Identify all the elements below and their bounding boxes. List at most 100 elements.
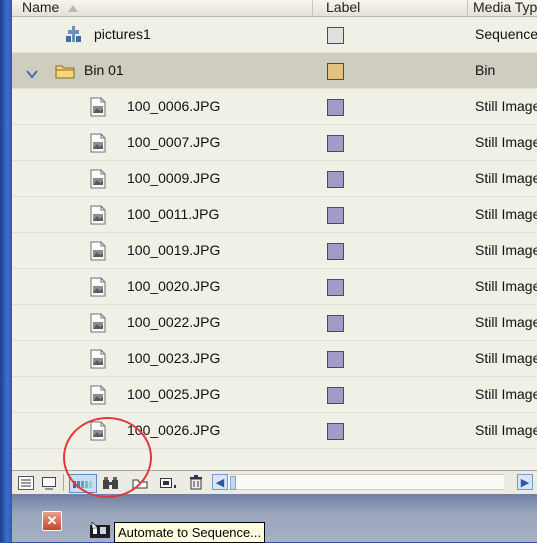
media-type: Still Image <box>475 314 537 330</box>
clear-icon <box>190 475 202 490</box>
find-icon <box>103 476 118 489</box>
window-frame-left <box>0 0 12 542</box>
column-media-type[interactable]: Media Type <box>473 0 537 16</box>
new-item-button[interactable] <box>157 474 181 491</box>
still-image-icon <box>90 133 106 156</box>
label-color-swatch[interactable] <box>327 315 344 332</box>
column-name-label: Name <box>22 0 60 15</box>
taskbar: ✕ <box>12 494 537 542</box>
clear-button[interactable] <box>185 474 207 491</box>
media-type: Sequence <box>475 26 537 42</box>
column-divider[interactable] <box>467 0 468 16</box>
icon-view-icon <box>42 476 56 489</box>
close-button[interactable]: ✕ <box>42 511 62 531</box>
chevron-left-icon: ◀ <box>215 476 225 489</box>
media-type: Still Image <box>475 386 537 402</box>
new-item-icon <box>160 477 176 488</box>
bin-row[interactable]: Bin 01 Bin <box>12 53 537 89</box>
column-media-text: Media Type <box>473 0 537 15</box>
media-type: Still Image <box>475 206 537 222</box>
project-item-row[interactable]: pictures1 Sequence <box>12 17 537 53</box>
media-type: Still Image <box>475 350 537 366</box>
list-view-icon <box>18 475 34 490</box>
scroll-track[interactable] <box>322 474 504 490</box>
chevron-right-icon: ▶ <box>520 476 530 489</box>
item-name: pictures1 <box>94 26 151 42</box>
item-name: 100_0025.JPG <box>127 386 221 402</box>
item-name: 100_0009.JPG <box>127 170 221 186</box>
automate-to-sequence-button[interactable] <box>69 474 97 493</box>
project-item-row[interactable]: 100_0025.JPG Still Image <box>12 377 537 413</box>
label-color-swatch[interactable] <box>327 243 344 260</box>
find-button[interactable] <box>100 474 122 491</box>
item-name: 100_0011.JPG <box>127 206 220 222</box>
list-view-button[interactable] <box>16 474 36 491</box>
column-label[interactable]: Label <box>326 0 360 16</box>
column-name[interactable]: Name <box>22 0 79 16</box>
item-name: 100_0007.JPG <box>127 134 221 150</box>
still-image-icon <box>90 313 106 336</box>
media-type: Still Image <box>475 422 537 438</box>
expand-toggle[interactable] <box>26 66 38 82</box>
item-name: 100_0006.JPG <box>127 98 221 114</box>
close-icon: ✕ <box>46 513 58 528</box>
column-header: Name Label Media Type <box>12 0 537 17</box>
still-image-icon <box>90 241 106 264</box>
still-image-icon <box>90 205 106 228</box>
panel-toolbar: ◀ ▶ <box>12 470 537 494</box>
media-type: Still Image <box>475 98 537 114</box>
item-name: 100_0019.JPG <box>127 242 221 258</box>
still-image-icon <box>90 169 106 192</box>
label-color-swatch[interactable] <box>327 99 344 116</box>
still-image-icon <box>90 421 106 444</box>
project-item-row[interactable]: 100_0006.JPG Still Image <box>12 89 537 125</box>
still-image-icon <box>90 97 106 120</box>
scroll-thumb[interactable] <box>230 476 236 490</box>
label-color-swatch[interactable] <box>327 135 344 152</box>
label-color-swatch[interactable] <box>327 207 344 224</box>
item-name: 100_0022.JPG <box>127 314 221 330</box>
sequence-icon <box>65 25 83 46</box>
project-item-row[interactable]: 100_0007.JPG Still Image <box>12 125 537 161</box>
item-name: Bin 01 <box>84 62 124 78</box>
label-color-swatch[interactable] <box>327 387 344 404</box>
label-color-swatch[interactable] <box>327 63 344 80</box>
sort-ascending-icon <box>68 4 79 12</box>
media-type: Still Image <box>475 170 537 186</box>
label-color-swatch[interactable] <box>327 171 344 188</box>
item-name: 100_0020.JPG <box>127 278 221 294</box>
new-bin-button[interactable] <box>130 474 150 491</box>
project-panel: Name Label Media Type pictures1 Sequence B… <box>12 0 537 494</box>
still-image-icon <box>90 349 106 372</box>
project-item-row[interactable]: 100_0011.JPG Still Image <box>12 197 537 233</box>
label-color-swatch[interactable] <box>327 351 344 368</box>
column-label-text: Label <box>326 0 361 15</box>
scroll-left-button[interactable]: ◀ <box>212 474 228 490</box>
label-color-swatch[interactable] <box>327 27 344 44</box>
column-divider[interactable] <box>312 0 313 16</box>
folder-icon <box>55 63 75 82</box>
automate-cursor-icon <box>90 522 110 538</box>
chevron-down-icon <box>26 70 38 79</box>
project-item-row[interactable]: 100_0022.JPG Still Image <box>12 305 537 341</box>
still-image-icon <box>90 277 106 300</box>
project-item-row[interactable]: 100_0023.JPG Still Image <box>12 341 537 377</box>
label-color-swatch[interactable] <box>327 423 344 440</box>
still-image-icon <box>90 385 106 408</box>
new-bin-icon <box>132 479 148 488</box>
item-name: 100_0023.JPG <box>127 350 221 366</box>
item-name: 100_0026.JPG <box>127 422 221 438</box>
project-item-row[interactable]: 100_0009.JPG Still Image <box>12 161 537 197</box>
tooltip: Automate to Sequence... <box>114 522 266 543</box>
scroll-right-button[interactable]: ▶ <box>517 474 533 490</box>
media-type: Still Image <box>475 134 537 150</box>
icon-view-button[interactable] <box>39 474 59 491</box>
project-item-row[interactable]: 100_0020.JPG Still Image <box>12 269 537 305</box>
project-item-row[interactable]: 100_0026.JPG Still Image <box>12 413 537 449</box>
media-type: Still Image <box>475 242 537 258</box>
media-type: Still Image <box>475 278 537 294</box>
automate-to-sequence-icon <box>73 480 92 488</box>
scroll-track-left[interactable] <box>228 474 322 490</box>
label-color-swatch[interactable] <box>327 279 344 296</box>
project-item-row[interactable]: 100_0019.JPG Still Image <box>12 233 537 269</box>
